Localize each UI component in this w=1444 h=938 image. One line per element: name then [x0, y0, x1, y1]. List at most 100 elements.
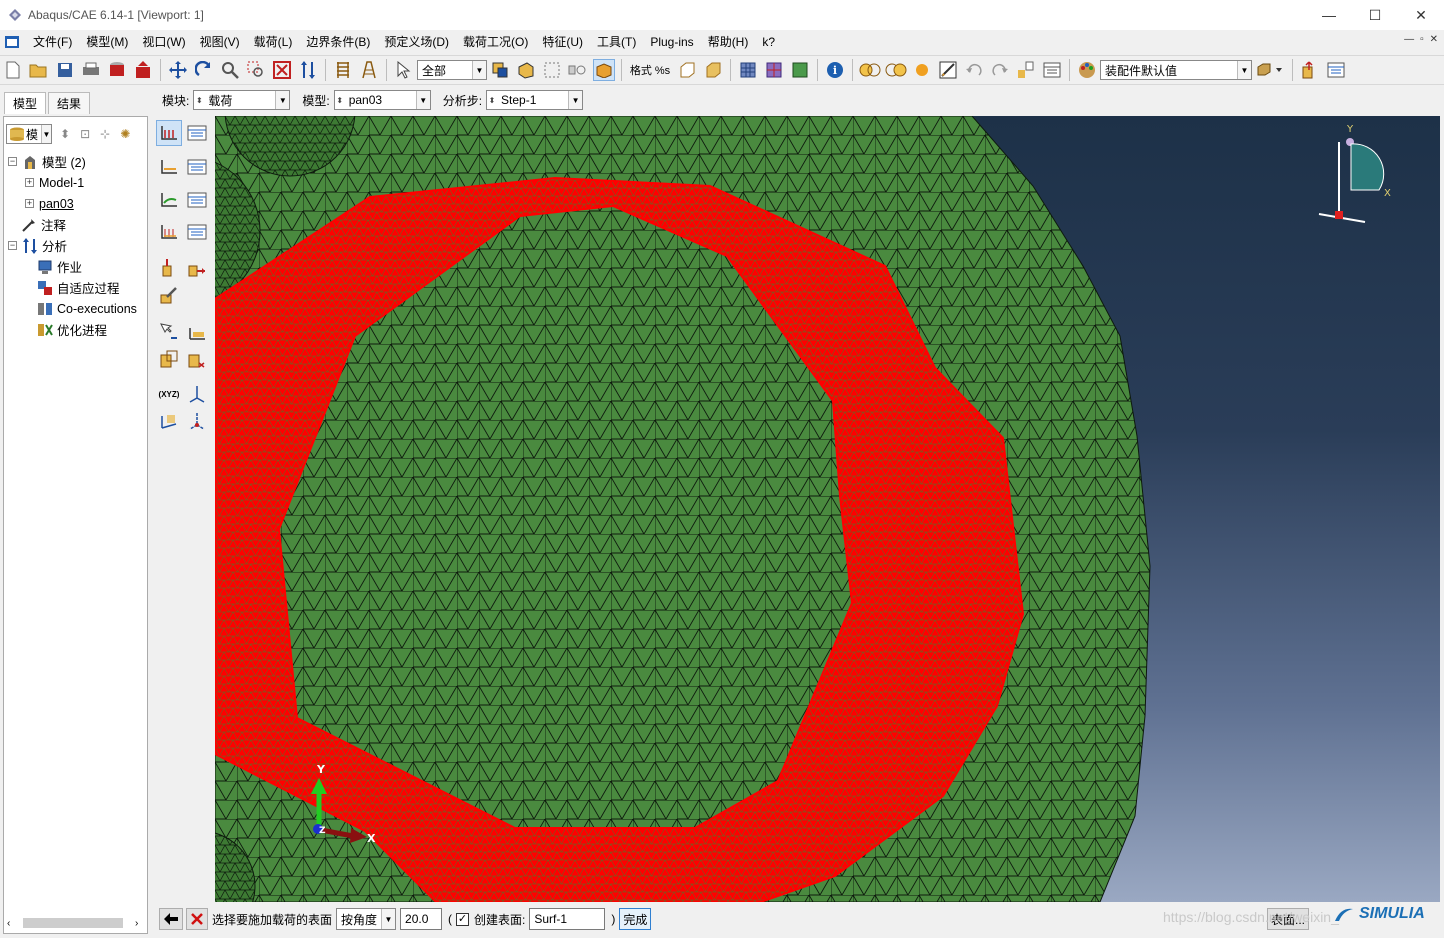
tree-item-adaptivity[interactable]: 自适应过程 [37, 277, 120, 298]
ruler-icon[interactable] [358, 59, 380, 81]
render-wireframe-icon[interactable] [737, 59, 759, 81]
pan-icon[interactable] [167, 59, 189, 81]
print-icon[interactable] [80, 59, 102, 81]
select-from-interior-icon[interactable] [489, 59, 511, 81]
minimize-button[interactable]: — [1306, 0, 1352, 30]
tree-item-annotations[interactable]: 注释 [21, 214, 66, 235]
menu-file[interactable]: 文件(F) [26, 30, 79, 54]
selection-options-icon[interactable] [567, 59, 589, 81]
scroll-left-icon[interactable]: ‹ [7, 918, 10, 929]
mesh-canvas[interactable]: Y X Z Y X [215, 116, 1440, 902]
context-help-icon[interactable]: k? [755, 30, 782, 54]
open-file-icon[interactable] [28, 59, 50, 81]
close-button[interactable]: ✕ [1398, 0, 1444, 30]
datum-plane-icon[interactable] [156, 408, 182, 434]
select-exterior-icon[interactable] [515, 59, 537, 81]
tree-expander[interactable]: + [25, 178, 34, 187]
menu-plugins[interactable]: Plug-ins [643, 30, 700, 54]
query-info-icon[interactable]: i [824, 59, 846, 81]
angle-input[interactable]: 20.0 [400, 908, 443, 930]
create-predefined-field-icon[interactable] [156, 187, 182, 213]
mdi-close-button[interactable]: ✕ [1430, 34, 1438, 45]
render-style-combo[interactable]: 装配件默认值 ▼ [1100, 60, 1252, 80]
datum-axis-icon[interactable] [184, 381, 210, 407]
menu-viewport[interactable]: 视口(W) [135, 30, 192, 54]
chevron-down-icon[interactable]: ▼ [275, 91, 290, 109]
chevron-down-icon[interactable]: ▼ [1237, 61, 1251, 79]
color-palette-icon[interactable] [1076, 59, 1098, 81]
select-cursor-icon[interactable] [393, 59, 415, 81]
create-set-icon[interactable] [156, 319, 182, 345]
menu-help[interactable]: 帮助(H) [701, 30, 756, 54]
tree-item-models[interactable]: − 模型 (2) [8, 151, 86, 172]
toggle-selection-icon[interactable] [593, 59, 615, 81]
module-combo[interactable]: ⬍ 载荷 ▼ [193, 90, 291, 110]
create-load-icon[interactable] [156, 120, 182, 146]
viewport[interactable]: Y X Z Y X [215, 116, 1440, 902]
menu-feature[interactable]: 特征(U) [535, 30, 590, 54]
back-arrow-button[interactable] [159, 908, 183, 930]
export-icon[interactable] [132, 59, 154, 81]
tree-selector-combo[interactable]: 模 ▼ [6, 124, 52, 144]
tree-expander[interactable]: + [25, 199, 34, 208]
load-case-manager-icon[interactable] [184, 219, 210, 245]
tree-expander[interactable]: − [8, 157, 17, 166]
model-combo[interactable]: ⬍ pan03 ▼ [333, 90, 431, 110]
set-display-icon[interactable] [1015, 59, 1037, 81]
create-datum-csys-icon[interactable]: (XYZ) [156, 381, 182, 407]
spinner-icon[interactable]: ⬍ [335, 91, 345, 109]
chevron-down-icon[interactable]: ▼ [568, 91, 583, 109]
view-cube-dropdown-icon[interactable] [1254, 59, 1286, 81]
auto-fit-icon[interactable] [271, 59, 293, 81]
box-zoom-icon[interactable] [245, 59, 267, 81]
create-amplitude-icon[interactable] [156, 255, 182, 281]
tree-expander[interactable]: − [8, 241, 17, 250]
create-surface-icon[interactable] [184, 319, 210, 345]
filter-tree-icon[interactable]: ⊡ [80, 127, 90, 141]
create-bc-icon[interactable] [156, 154, 182, 180]
tree-horizontal-scrollbar[interactable]: ‹ › [5, 914, 147, 932]
step-combo[interactable]: ⬍ Step-1 ▼ [486, 90, 584, 110]
menu-load[interactable]: 载荷(L) [247, 30, 300, 54]
render-shaded-icon[interactable] [789, 59, 811, 81]
scroll-right-icon[interactable]: › [135, 918, 138, 929]
chevron-down-icon[interactable]: ▼ [41, 125, 51, 143]
save-icon[interactable] [54, 59, 76, 81]
highlight-tree-icon[interactable]: ⊹ [100, 127, 110, 141]
create-surface-checkbox[interactable]: ✓ [456, 912, 470, 926]
chevron-down-icon[interactable]: ▼ [415, 91, 430, 109]
datum-point-icon[interactable] [184, 408, 210, 434]
viewport-menu-icon[interactable] [4, 34, 20, 50]
tree-item-analysis[interactable]: − 分析 [8, 235, 67, 256]
menu-predefined-field[interactable]: 预定义场(D) [377, 30, 456, 54]
menu-tools[interactable]: 工具(T) [590, 30, 643, 54]
chevron-down-icon[interactable]: ▼ [472, 61, 486, 79]
spinner-icon[interactable]: ⬍ [487, 91, 497, 109]
rotate-icon[interactable] [193, 59, 215, 81]
bc-manager-icon[interactable] [184, 154, 210, 180]
shaded-box-icon[interactable] [702, 59, 724, 81]
tab-model[interactable]: 模型 [4, 92, 47, 114]
mdi-minimize-button[interactable]: — [1404, 34, 1414, 45]
translate-instance-icon[interactable] [1299, 59, 1321, 81]
drag-shape-icon[interactable] [541, 59, 563, 81]
assembly-display-icon[interactable] [859, 59, 881, 81]
format-icon[interactable]: 格式 %s [628, 59, 672, 81]
menu-bc[interactable]: 边界条件(B) [299, 30, 377, 54]
display-group-manager-icon[interactable] [1041, 59, 1063, 81]
selection-method-combo[interactable]: 按角度 ▼ [336, 908, 397, 930]
load-manager-icon[interactable] [184, 120, 210, 146]
done-button[interactable]: 完成 [619, 908, 652, 930]
edit-load-icon[interactable] [156, 282, 182, 308]
wireframe-box-icon[interactable] [676, 59, 698, 81]
tree-item-optimization[interactable]: 优化进程 [37, 319, 107, 340]
maximize-button[interactable]: ☐ [1352, 0, 1398, 30]
lightbulb-icon[interactable]: ✺ [120, 127, 130, 141]
feature-list-icon[interactable] [1325, 59, 1347, 81]
list-icon[interactable] [332, 59, 354, 81]
spinner-icon[interactable]: ⬍ [194, 91, 204, 109]
amplitude-manager-icon[interactable] [184, 255, 210, 281]
redo-icon[interactable] [989, 59, 1011, 81]
tree-item-jobs[interactable]: 作业 [37, 256, 82, 277]
scroll-thumb[interactable] [23, 918, 123, 928]
